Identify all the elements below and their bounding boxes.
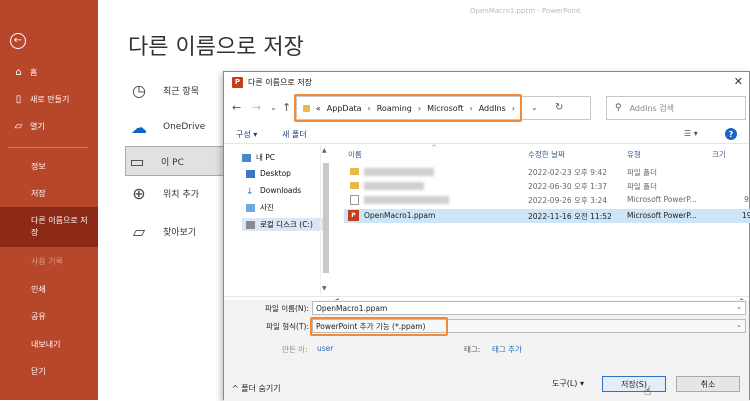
tree-item-local-disk[interactable]: 로컬 디스크 (C:) bbox=[242, 218, 328, 231]
file-row-selected[interactable]: P OpenMacro1.ppam 2022-11-16 오전 11:52 Mi… bbox=[344, 209, 750, 223]
nav-history: 사용 기록 bbox=[31, 256, 63, 266]
location-browse[interactable]: ▱ 찾아보기 bbox=[128, 218, 228, 244]
pc-icon: ▭ bbox=[129, 151, 145, 171]
location-this-pc[interactable]: ▭ 이 PC bbox=[125, 146, 225, 176]
dialog-footer: ^ 폴더 숨기기 도구(L) ▾ 저장(S) 취소 bbox=[224, 356, 749, 401]
nav-print[interactable]: 인쇄 bbox=[0, 276, 98, 302]
column-size[interactable]: 크기 bbox=[712, 149, 726, 160]
backstage-sidebar: ← ⌂ 홈 ▯ 새로 만들기 ▱ 열기 정보 저장 다른 이름으로 저장 사용 기록 … bbox=[0, 0, 98, 400]
filetype-label: 파일 형식(T): bbox=[266, 322, 309, 331]
organize-button[interactable]: 구성 ▾ bbox=[236, 129, 257, 140]
scroll-thumb[interactable] bbox=[323, 163, 329, 273]
address-bar-controls: ⌄ ↻ bbox=[521, 96, 591, 120]
location-add-place[interactable]: ⊕ 위치 추가 bbox=[128, 180, 228, 206]
up-folder-icon[interactable]: ↑ bbox=[282, 101, 291, 114]
tree-item-pictures[interactable]: 사진 bbox=[246, 202, 274, 213]
tools-menu-button[interactable]: 도구(L) ▾ bbox=[552, 378, 584, 389]
scroll-down-icon[interactable]: ▼ bbox=[322, 285, 327, 292]
sort-indicator-icon: ^ bbox=[431, 144, 437, 152]
nav-close[interactable]: 닫기 bbox=[0, 358, 98, 384]
drive-icon bbox=[246, 220, 255, 229]
save-fields: 파일 이름(N): OpenMacro1.ppam ⌄ 파일 형식(T): Po… bbox=[224, 300, 749, 356]
globe-plus-icon: ⊕ bbox=[132, 183, 146, 203]
page-title: 다른 이름으로 저장 bbox=[128, 35, 304, 60]
column-name[interactable]: 이름 bbox=[348, 149, 362, 160]
back-icon[interactable]: ← bbox=[232, 101, 241, 114]
tree-item-this-pc[interactable]: 내 PC bbox=[242, 152, 275, 163]
new-folder-button[interactable]: 새 폴더 bbox=[282, 129, 307, 140]
view-options-icon[interactable]: ☰ ▾ bbox=[684, 129, 698, 138]
location-recent[interactable]: ◷ 최근 항목 bbox=[128, 77, 228, 103]
blurred-filename bbox=[364, 168, 434, 176]
folder-icon bbox=[350, 168, 359, 175]
pictures-icon bbox=[246, 203, 255, 212]
nav-save[interactable]: 저장 bbox=[0, 180, 98, 206]
chevron-down-icon[interactable]: ⌄ bbox=[736, 303, 742, 311]
filename-label: 파일 이름(N): bbox=[265, 304, 309, 313]
author-label: 만든 이: bbox=[282, 345, 308, 354]
dialog-toolbar: 구성 ▾ 새 폴더 ☰ ▾ ? bbox=[224, 126, 749, 144]
save-button[interactable]: 저장(S) bbox=[602, 376, 666, 392]
tree-item-desktop[interactable]: Desktop bbox=[246, 169, 291, 178]
tags-input[interactable]: 태그 추가 bbox=[492, 344, 522, 355]
cancel-button[interactable]: 취소 bbox=[676, 376, 740, 392]
nav-new[interactable]: ▯ 새로 만들기 bbox=[0, 86, 98, 112]
close-icon[interactable]: ✕ bbox=[734, 75, 743, 88]
mouse-cursor-icon: ☝ bbox=[644, 384, 652, 398]
download-icon: ↓ bbox=[246, 186, 254, 197]
location-onedrive[interactable]: ☁ OneDrive bbox=[128, 114, 228, 140]
chevron-down-icon[interactable]: ⌄ bbox=[736, 321, 742, 329]
navigation-tree: 내 PC Desktop ↓ Downloads 사진 로컬 디스크 (C:) bbox=[224, 145, 332, 295]
nav-share[interactable]: 공유 bbox=[0, 303, 98, 329]
file-list: 이름 수정한 날짜 유형 크기 ^ 2022-02-23 오후 9:42 파일 … bbox=[344, 144, 750, 295]
search-input[interactable]: ⚲ AddIns 검색 bbox=[606, 96, 746, 120]
nav-export[interactable]: 내보내기 bbox=[0, 331, 98, 357]
file-row[interactable]: 2022-06-30 오후 1:37 파일 폴더 bbox=[344, 179, 750, 193]
sidebar-divider bbox=[8, 147, 88, 148]
desktop-icon bbox=[246, 169, 255, 178]
nav-info[interactable]: 정보 bbox=[0, 153, 98, 179]
tree-item-downloads[interactable]: ↓ Downloads bbox=[246, 186, 301, 197]
file-row[interactable]: 2022-02-23 오후 9:42 파일 폴더 bbox=[344, 165, 750, 179]
document-icon bbox=[350, 195, 359, 205]
search-icon: ⚲ bbox=[615, 103, 622, 113]
column-date[interactable]: 수정한 날짜 bbox=[528, 149, 565, 160]
help-icon[interactable]: ? bbox=[725, 128, 737, 140]
address-dropdown-icon[interactable]: ⌄ bbox=[531, 103, 538, 112]
nav-open[interactable]: ▱ 열기 bbox=[0, 113, 98, 139]
author-value[interactable]: user bbox=[317, 344, 333, 353]
blurred-filename bbox=[364, 182, 424, 190]
home-icon: ⌂ bbox=[15, 66, 22, 78]
cloud-icon: ☁ bbox=[131, 117, 147, 137]
save-as-dialog: P 다른 이름으로 저장 ✕ ← → ⌄ ↑ « AppData › Roami… bbox=[223, 71, 750, 401]
scroll-up-icon[interactable]: ▲ bbox=[322, 147, 327, 154]
ppam-file-icon: P bbox=[348, 210, 359, 221]
recent-locations-icon[interactable]: ⌄ bbox=[270, 103, 277, 112]
navigation-row: ← → ⌄ ↑ « AppData › Roaming › Microsoft … bbox=[224, 94, 749, 122]
clock-icon: ◷ bbox=[132, 80, 146, 100]
nav-home[interactable]: ⌂ 홈 bbox=[0, 59, 98, 85]
powerpoint-icon: P bbox=[232, 76, 243, 88]
column-type[interactable]: 유형 bbox=[627, 149, 641, 160]
forward-icon[interactable]: → bbox=[252, 101, 261, 114]
file-row[interactable]: 2022-09-26 오후 3:24 Microsoft PowerP... 9 bbox=[344, 193, 750, 207]
open-folder-icon: ▱ bbox=[14, 120, 23, 132]
filename-input[interactable]: OpenMacro1.ppam ⌄ bbox=[312, 301, 746, 315]
nav-save-as[interactable]: 다른 이름으로 저장 bbox=[0, 207, 98, 247]
new-file-icon: ▯ bbox=[15, 93, 22, 105]
address-highlight bbox=[294, 94, 522, 122]
tags-label: 태그: bbox=[464, 345, 481, 354]
filetype-highlight bbox=[310, 317, 448, 336]
hide-folders-button[interactable]: ^ 폴더 숨기기 bbox=[232, 383, 281, 394]
blurred-filename bbox=[364, 196, 449, 204]
tree-scrollbar[interactable]: ▲ ▼ bbox=[320, 145, 330, 295]
refresh-icon[interactable]: ↻ bbox=[555, 102, 563, 113]
dialog-title-bar: P 다른 이름으로 저장 bbox=[224, 72, 749, 92]
folder-icon bbox=[350, 182, 359, 189]
pc-icon bbox=[242, 153, 251, 162]
folder-browse-icon: ▱ bbox=[132, 221, 146, 241]
window-title: OpenMacro1.pptm - PowerPoint bbox=[470, 7, 581, 15]
back-arrow-icon[interactable]: ← bbox=[10, 33, 26, 49]
